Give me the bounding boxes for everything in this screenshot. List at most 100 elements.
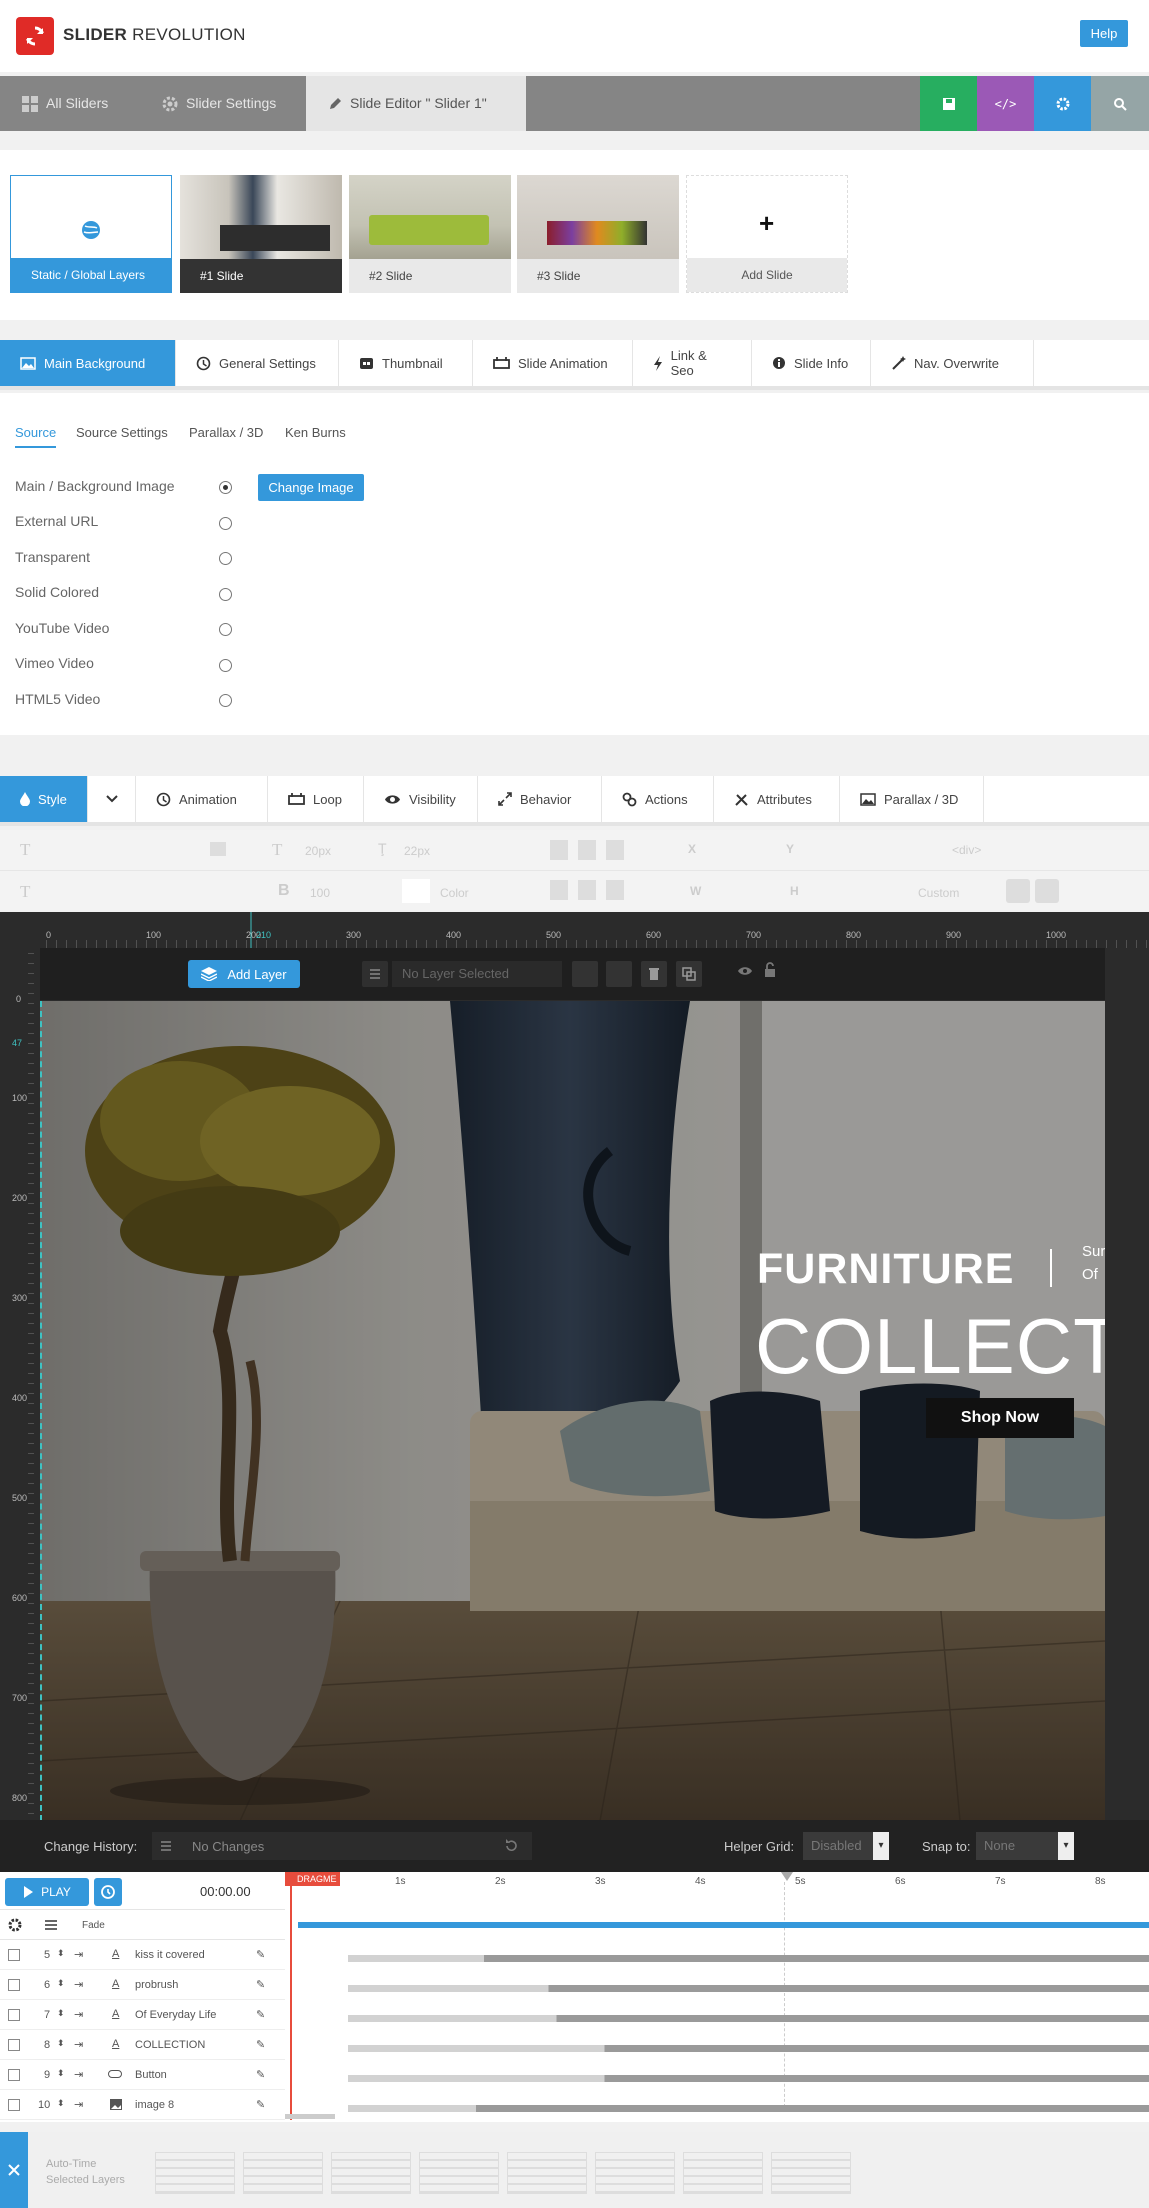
- slide-2[interactable]: #2 Slide: [349, 175, 511, 293]
- help-button[interactable]: Help: [1080, 20, 1128, 47]
- radio-youtube[interactable]: [219, 623, 232, 636]
- vertical-align-buttons[interactable]: [550, 880, 630, 900]
- layer-checkbox[interactable]: [8, 2099, 20, 2111]
- html-tag-select[interactable]: <div>: [952, 843, 981, 857]
- sort-arrows-icon[interactable]: ⬍: [57, 2008, 65, 2019]
- shop-now-button-layer[interactable]: Shop Now: [926, 1398, 1074, 1438]
- duplicate-layer-button[interactable]: [676, 961, 702, 987]
- tab-style[interactable]: Style: [0, 776, 88, 822]
- rewind-button[interactable]: [94, 1878, 122, 1906]
- dragme-handle[interactable]: DRAGME: [285, 1872, 340, 1886]
- subtab-source[interactable]: Source: [15, 425, 57, 448]
- tab-attributes[interactable]: Attributes: [714, 776, 840, 822]
- auto-time-preset[interactable]: [771, 2152, 851, 2194]
- tab-nav-overwrite[interactable]: Nav. Overwrite: [871, 340, 1034, 386]
- timeline-row-layer-5[interactable]: 5 ⬍ ⇥ A kiss it covered ✎: [0, 1940, 285, 1970]
- snap-to-select[interactable]: None ▾: [976, 1832, 1074, 1860]
- layer-checkbox[interactable]: [8, 2069, 20, 2081]
- tab-visibility[interactable]: Visibility: [364, 776, 478, 822]
- pencil-icon[interactable]: ✎: [256, 2098, 265, 2111]
- auto-time-preset[interactable]: [331, 2152, 411, 2194]
- settings-button[interactable]: [1034, 76, 1091, 131]
- style-dropdown[interactable]: [88, 776, 136, 822]
- tab-general-settings[interactable]: General Settings: [176, 340, 339, 386]
- auto-time-preset[interactable]: [155, 2152, 235, 2194]
- tab-main-background[interactable]: Main Background: [0, 340, 176, 386]
- font-family-select[interactable]: [50, 840, 190, 860]
- pencil-icon[interactable]: ✎: [256, 2008, 265, 2021]
- line-height-input[interactable]: 22px: [404, 844, 430, 858]
- auto-time-preset[interactable]: [507, 2152, 587, 2194]
- sort-arrows-icon[interactable]: ⬍: [57, 2068, 65, 2079]
- collection-text-layer[interactable]: COLLECT: [755, 1301, 1105, 1392]
- font-size-input[interactable]: 20px: [305, 844, 331, 858]
- timeline-scrollbar[interactable]: [285, 2114, 335, 2119]
- lock-icon[interactable]: [764, 962, 778, 978]
- slide-canvas[interactable]: FURNITURE Sur Of COLLECT Shop Now: [40, 1001, 1105, 1821]
- eye-icon[interactable]: [737, 966, 753, 976]
- add-slide-button[interactable]: + Add Slide: [686, 175, 848, 293]
- subtab-source-settings[interactable]: Source Settings: [76, 425, 168, 440]
- radio-vimeo[interactable]: [219, 659, 232, 672]
- timeline-row-layer-7[interactable]: 7 ⬍ ⇥ A Of Everyday Life ✎: [0, 2000, 285, 2030]
- timeline-row-layer-10[interactable]: 10 ⬍ ⇥ image 8 ✎: [0, 2090, 285, 2120]
- code-button[interactable]: </>: [977, 76, 1034, 131]
- layer-checkbox[interactable]: [8, 1979, 20, 1991]
- timeline-row-layer-6[interactable]: 6 ⬍ ⇥ A probrush ✎: [0, 1970, 285, 2000]
- auto-time-preset[interactable]: [595, 2152, 675, 2194]
- font-weight-select[interactable]: 100: [310, 886, 330, 900]
- playhead[interactable]: [290, 1872, 292, 2120]
- layer-8-duration-bar[interactable]: [348, 2045, 1149, 2052]
- sort-arrows-icon[interactable]: ⬍: [57, 1948, 65, 1959]
- slider-settings-tab[interactable]: Slider Settings: [140, 76, 306, 131]
- layer-option-button[interactable]: [572, 961, 598, 987]
- align-buttons[interactable]: [550, 840, 630, 860]
- subtab-parallax-3d[interactable]: Parallax / 3D: [189, 425, 263, 440]
- change-image-button[interactable]: Change Image: [258, 474, 364, 501]
- add-layer-button[interactable]: Add Layer: [188, 960, 300, 988]
- layer-7-duration-bar[interactable]: [348, 2015, 1149, 2022]
- layer-9-duration-bar[interactable]: [348, 2075, 1149, 2082]
- tab-slide-info[interactable]: Slide Info: [752, 340, 871, 386]
- tagline-text-layer[interactable]: Sur: [1082, 1243, 1105, 1260]
- tab-thumbnail[interactable]: Thumbnail: [339, 340, 473, 386]
- custom-size-select[interactable]: Custom: [918, 886, 959, 900]
- furniture-text-layer[interactable]: FURNITURE: [757, 1245, 1014, 1294]
- tab-actions[interactable]: Actions: [602, 776, 714, 822]
- pencil-icon[interactable]: ✎: [256, 2068, 265, 2081]
- helper-grid-select[interactable]: Disabled ▾: [803, 1832, 889, 1860]
- delete-layer-button[interactable]: [641, 961, 667, 987]
- auto-time-preset[interactable]: [419, 2152, 499, 2194]
- close-panel-button[interactable]: [0, 2132, 28, 2208]
- radio-external-url[interactable]: [219, 517, 232, 530]
- slide-1[interactable]: #1 Slide: [180, 175, 342, 293]
- tab-link-seo[interactable]: Link & Seo: [633, 340, 752, 386]
- layer-6-duration-bar[interactable]: [348, 1985, 1149, 1992]
- radio-transparent[interactable]: [219, 552, 232, 565]
- slide-end-marker[interactable]: [781, 1872, 793, 1881]
- pencil-icon[interactable]: ✎: [256, 2038, 265, 2051]
- radio-background-image[interactable]: [219, 481, 232, 494]
- sort-arrows-icon[interactable]: ⬍: [57, 2098, 65, 2109]
- sort-arrows-icon[interactable]: ⬍: [57, 2038, 65, 2049]
- static-layers-slide[interactable]: Static / Global Layers: [10, 175, 172, 293]
- sort-arrows-icon[interactable]: ⬍: [57, 1978, 65, 1989]
- slide-transition-bar[interactable]: [298, 1922, 1149, 1928]
- play-button[interactable]: PLAY: [5, 1878, 89, 1906]
- paragraph-toggle-icon[interactable]: [1006, 879, 1030, 903]
- pencil-icon[interactable]: ✎: [256, 1978, 265, 1991]
- color-swatch[interactable]: [402, 879, 430, 903]
- save-style-icon[interactable]: [210, 842, 226, 856]
- layer-5-duration-bar[interactable]: [348, 1955, 1149, 1962]
- radio-solid-colored[interactable]: [219, 588, 232, 601]
- tab-slide-animation[interactable]: Slide Animation: [473, 340, 633, 386]
- slide-editor-tab[interactable]: Slide Editor " Slider 1": [306, 76, 526, 131]
- tab-behavior[interactable]: Behavior: [478, 776, 602, 822]
- timeline-row-layer-9[interactable]: 9 ⬍ ⇥ Button ✎: [0, 2060, 285, 2090]
- search-button[interactable]: [1091, 76, 1149, 131]
- timeline-row-layer-8[interactable]: 8 ⬍ ⇥ A COLLECTION ✎: [0, 2030, 285, 2060]
- layer-checkbox[interactable]: [8, 2009, 20, 2021]
- tab-loop[interactable]: Loop: [268, 776, 364, 822]
- pencil-icon[interactable]: ✎: [256, 1948, 265, 1961]
- layer-checkbox[interactable]: [8, 1949, 20, 1961]
